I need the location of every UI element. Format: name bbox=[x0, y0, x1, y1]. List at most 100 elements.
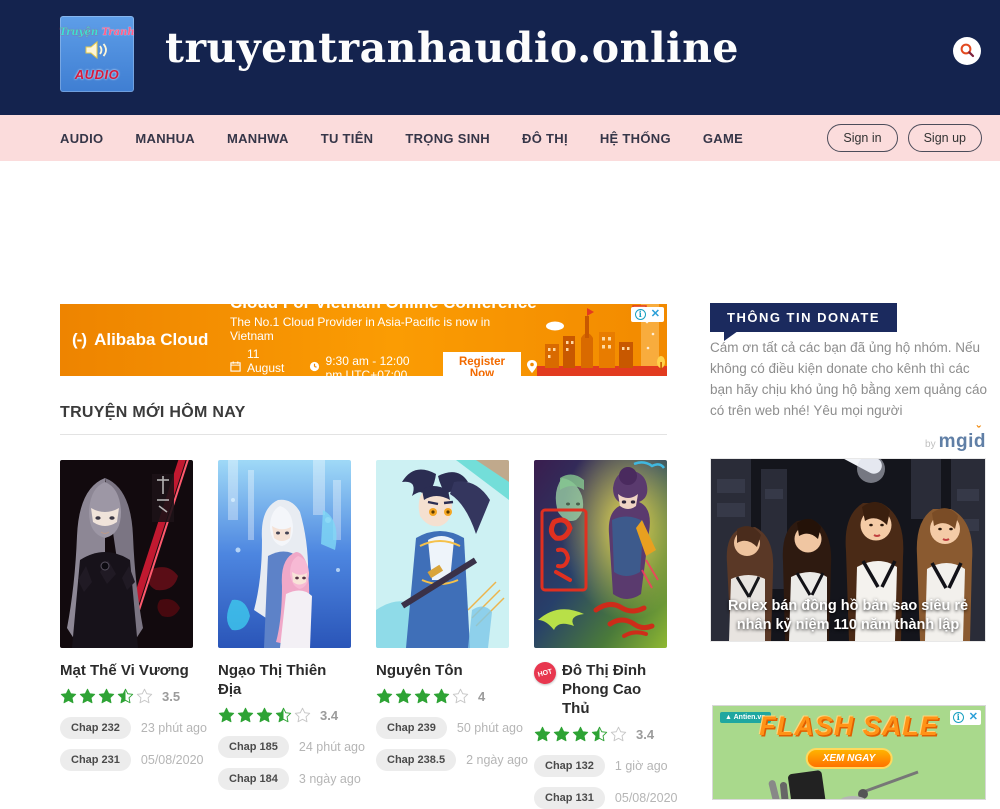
nav-item-game[interactable]: GAME bbox=[703, 131, 743, 146]
calendar-icon bbox=[230, 361, 241, 375]
chapter-time: 24 phút ago bbox=[299, 740, 365, 754]
chapter-pill[interactable]: Chap 239 bbox=[376, 717, 447, 739]
chapter-row: Chap 231 05/08/2020 bbox=[60, 749, 193, 771]
star-icon bbox=[294, 707, 311, 723]
chapter-time: 50 phút ago bbox=[457, 721, 523, 735]
comic-title[interactable]: Đô Thị Đỉnh Phong Cao Thủ bbox=[562, 661, 667, 718]
comic-cover[interactable] bbox=[534, 460, 667, 648]
sponsored-ad-rolex[interactable]: Rolex bán đồng hồ bản sao siêu rẻ nhân k… bbox=[710, 458, 986, 642]
star-icon bbox=[553, 726, 570, 742]
comic-title[interactable]: Mạt Thế Vi Vương bbox=[60, 661, 189, 680]
comic-card: Nguyên Tôn 4 Chap 239 50 phút ago Chap 2… bbox=[376, 460, 509, 809]
hot-badge: HOT bbox=[532, 660, 559, 687]
nav-item-manhwa[interactable]: MANHWA bbox=[227, 131, 289, 146]
chapter-pill[interactable]: Chap 131 bbox=[534, 787, 605, 809]
ad-close-icon[interactable]: ✕ bbox=[651, 309, 660, 320]
ad-subtitle: The No.1 Cloud Provider in Asia-Pacific … bbox=[230, 315, 537, 343]
chapter-time: 1 giờ ago bbox=[615, 759, 668, 773]
chapter-row: Chap 185 24 phút ago bbox=[218, 736, 351, 758]
comic-cover[interactable] bbox=[218, 460, 351, 648]
comic-title[interactable]: Nguyên Tôn bbox=[376, 661, 463, 680]
star-icon bbox=[433, 688, 450, 704]
chapter-time: 23 phút ago bbox=[141, 721, 207, 735]
site-logo[interactable]: Truyện Tranh AUDIO bbox=[60, 16, 134, 92]
star-icon bbox=[610, 726, 627, 742]
rating-value: 3.5 bbox=[162, 689, 180, 704]
section-divider bbox=[60, 434, 667, 435]
comic-title[interactable]: Ngạo Thị Thiên Địa bbox=[218, 661, 351, 699]
chapter-pill[interactable]: Chap 185 bbox=[218, 736, 289, 758]
nav-item-audio[interactable]: AUDIO bbox=[60, 131, 103, 146]
clock-icon bbox=[309, 361, 320, 375]
mgid-logo: mgidˇ bbox=[939, 431, 986, 452]
register-now-button[interactable]: Register Now bbox=[443, 352, 521, 376]
comic-cover[interactable] bbox=[376, 460, 509, 648]
search-button[interactable] bbox=[953, 37, 981, 65]
alibaba-ad-banner[interactable]: (-) Alibaba Cloud Cloud For Vietnam Onli… bbox=[60, 304, 667, 376]
search-icon bbox=[959, 42, 975, 61]
chapter-pill[interactable]: Chap 184 bbox=[218, 768, 289, 790]
ad-caption: Rolex bán đồng hồ bản sao siêu rẻ nhân k… bbox=[711, 597, 985, 635]
chapter-row: Chap 232 23 phút ago bbox=[60, 717, 193, 739]
mgid-attribution[interactable]: bymgidˇ bbox=[710, 431, 986, 453]
pin-icon bbox=[527, 360, 537, 376]
chapter-row: Chap 239 50 phút ago bbox=[376, 717, 509, 739]
star-icon bbox=[395, 688, 412, 704]
flash-sale-ad[interactable]: ▲ Antien.vn FLASH SALE XEM NGAY i ✕ bbox=[712, 705, 986, 800]
nav-list: AUDIO MANHUA MANHWA TU TIÊN TRỌNG SINH Đ… bbox=[60, 131, 743, 146]
chapter-pill[interactable]: Chap 231 bbox=[60, 749, 131, 771]
chapter-pill[interactable]: Chap 232 bbox=[60, 717, 131, 739]
flash-sale-title: FLASH SALE bbox=[713, 711, 985, 742]
chapter-row: Chap 131 05/08/2020 bbox=[534, 787, 667, 809]
mgid-by-label: by bbox=[925, 439, 936, 450]
ad-date: 11 August 2020 bbox=[247, 347, 295, 376]
alibaba-logo-icon: (-) bbox=[72, 330, 86, 349]
comic-cover[interactable] bbox=[60, 460, 193, 648]
page-title[interactable]: truyentranhaudio.online bbox=[165, 24, 739, 72]
chapter-time: 05/08/2020 bbox=[141, 753, 204, 767]
star-icon bbox=[376, 688, 393, 704]
chapter-pill[interactable]: Chap 238.5 bbox=[376, 749, 456, 771]
ad-title: Cloud For Vietnam Online Conference bbox=[230, 304, 537, 313]
star-icon bbox=[591, 726, 608, 742]
nav-item-tu-tien[interactable]: TU TIÊN bbox=[321, 131, 374, 146]
comic-card: Mạt Thế Vi Vương 3.5 Chap 232 23 phút ag… bbox=[60, 460, 193, 809]
star-icon bbox=[136, 688, 153, 704]
donate-title-badge: THÔNG TIN DONATE bbox=[710, 303, 897, 332]
sign-in-button[interactable]: Sign in bbox=[827, 124, 897, 152]
rating-stars: 3.4 bbox=[534, 726, 667, 742]
rating-stars: 3.4 bbox=[218, 707, 351, 723]
logo-text-audio: AUDIO bbox=[75, 67, 119, 82]
chapter-time: 05/08/2020 bbox=[615, 791, 678, 805]
ad-time: 9:30 am - 12:00 pm UTC+07:00 bbox=[326, 354, 423, 376]
alibaba-cloud-logo: (-) Alibaba Cloud bbox=[60, 330, 230, 350]
donate-text: Cám ơn tất cả các bạn đã ủng hộ nhóm. Nế… bbox=[710, 337, 992, 421]
comic-card: Ngạo Thị Thiên Địa 3.4 Chap 185 24 phút … bbox=[218, 460, 351, 809]
ad-info-icon[interactable]: i bbox=[635, 309, 646, 320]
chapter-time: 3 ngày ago bbox=[299, 772, 361, 786]
nav-item-do-thi[interactable]: ĐÔ THỊ bbox=[522, 131, 568, 146]
rating-value: 3.4 bbox=[320, 708, 338, 723]
sign-up-button[interactable]: Sign up bbox=[908, 124, 982, 152]
star-icon bbox=[275, 707, 292, 723]
section-title-new-today: TRUYỆN MỚI HÔM NAY bbox=[60, 404, 246, 422]
ad-close-icon[interactable]: ✕ bbox=[969, 712, 978, 723]
nav-item-manhua[interactable]: MANHUA bbox=[135, 131, 195, 146]
comic-card: HOT Đô Thị Đỉnh Phong Cao Thủ 3.4 Chap 1… bbox=[534, 460, 667, 809]
nav-item-he-thong[interactable]: HỆ THỐNG bbox=[600, 131, 671, 146]
main-nav: AUDIO MANHUA MANHWA TU TIÊN TRỌNG SINH Đ… bbox=[0, 115, 1000, 161]
site-header: Truyện Tranh AUDIO truyentranhaudio.onli… bbox=[0, 0, 1000, 115]
chapter-pill[interactable]: Chap 132 bbox=[534, 755, 605, 777]
rating-stars: 4 bbox=[376, 688, 509, 704]
flash-products-illustration bbox=[713, 768, 985, 800]
comics-grid: Mạt Thế Vi Vương 3.5 Chap 232 23 phút ag… bbox=[60, 460, 672, 809]
ad-info-icon[interactable]: i bbox=[953, 712, 964, 723]
nav-item-trong-sinh[interactable]: TRỌNG SINH bbox=[405, 131, 490, 146]
star-icon bbox=[452, 688, 469, 704]
chapter-row: Chap 184 3 ngày ago bbox=[218, 768, 351, 790]
logo-text-top: Truyện Tranh bbox=[59, 27, 134, 38]
star-icon bbox=[79, 688, 96, 704]
rating-value: 3.4 bbox=[636, 727, 654, 742]
chapter-row: Chap 238.5 2 ngày ago bbox=[376, 749, 509, 771]
chapter-time: 2 ngày ago bbox=[466, 753, 528, 767]
